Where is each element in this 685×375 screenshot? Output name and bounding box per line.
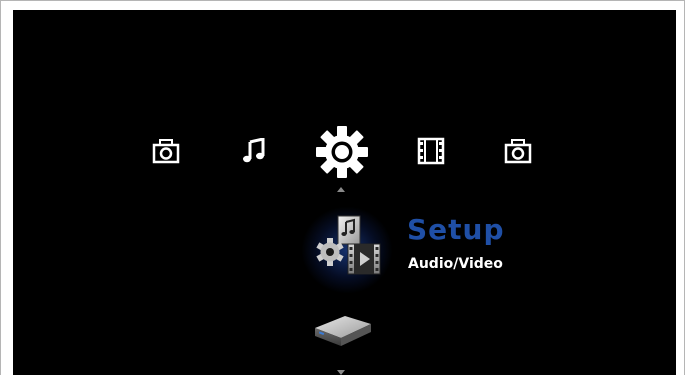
media-menu-screen: Setup Audio/Video (13, 10, 676, 375)
setup-media-icon[interactable] (308, 214, 386, 280)
camera-icon[interactable] (504, 138, 532, 164)
scroll-up-arrow-icon[interactable] (337, 187, 345, 192)
music-note-icon[interactable] (242, 138, 266, 164)
camera-icon[interactable] (152, 138, 180, 164)
scroll-down-arrow-icon[interactable] (337, 370, 345, 375)
hard-drive-icon[interactable] (311, 310, 375, 352)
frame-border-top (0, 0, 685, 1)
gear-icon[interactable] (314, 125, 370, 179)
frame-border-left (0, 0, 1, 375)
selected-item-title: Setup (407, 213, 505, 246)
selected-item-subtitle: Audio/Video (408, 256, 503, 272)
film-strip-icon[interactable] (417, 137, 445, 165)
